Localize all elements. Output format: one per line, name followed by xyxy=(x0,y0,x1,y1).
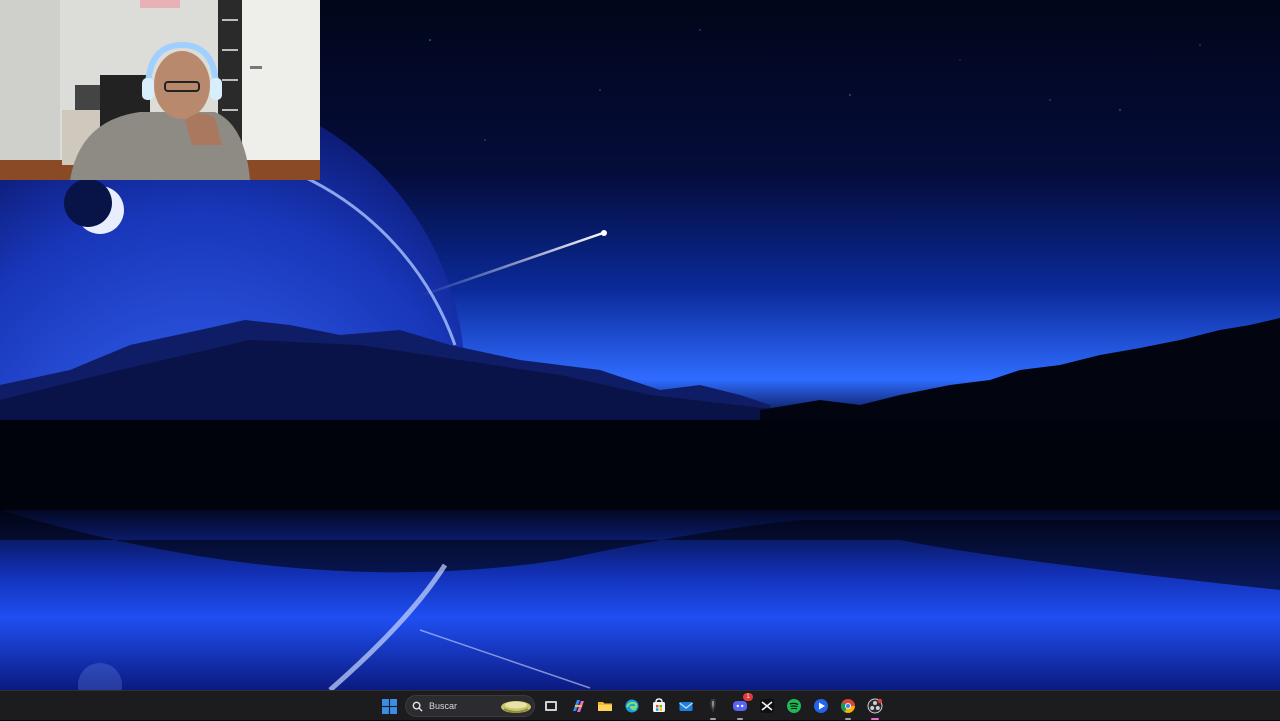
dark-tool-icon xyxy=(710,699,716,713)
search-icon xyxy=(412,701,423,712)
task-view-icon xyxy=(545,701,557,711)
taskbar-store[interactable] xyxy=(648,695,670,717)
chrome-icon xyxy=(840,699,855,713)
taskbar-task-view[interactable] xyxy=(540,695,562,717)
taskbar-media-player[interactable] xyxy=(810,695,832,717)
taskbar-edge[interactable] xyxy=(621,695,643,717)
taskbar: Buscar 1 xyxy=(0,690,1280,720)
person-head xyxy=(154,51,210,119)
capcut-icon xyxy=(760,699,774,713)
taskbar-obs[interactable] xyxy=(864,695,886,720)
start-button[interactable] xyxy=(378,695,400,717)
search-label: Buscar xyxy=(429,701,458,711)
taskbar-file-explorer[interactable] xyxy=(594,695,616,717)
taskbar-mail[interactable] xyxy=(675,695,697,717)
copilot-icon xyxy=(573,700,584,712)
spotify-icon xyxy=(787,699,801,713)
mail-icon xyxy=(679,702,693,711)
discord-notification-badge: 1 xyxy=(743,693,753,701)
store-icon xyxy=(653,698,665,712)
taskbar-spotify[interactable] xyxy=(783,695,805,717)
taskbar-chrome[interactable] xyxy=(837,695,859,720)
taskbar-apps: Buscar 1 xyxy=(378,691,886,721)
edge-icon xyxy=(625,699,639,713)
obs-icon xyxy=(867,698,883,714)
taskbar-discord[interactable]: 1 xyxy=(729,693,753,720)
windows-logo-icon xyxy=(381,698,397,714)
webcam-overlay xyxy=(0,0,320,180)
media-player-icon xyxy=(814,699,828,713)
taskbar-tool[interactable] xyxy=(702,695,724,720)
taskbar-search[interactable]: Buscar xyxy=(405,695,535,717)
taskbar-copilot[interactable] xyxy=(567,695,589,717)
search-highlight-image xyxy=(501,701,531,713)
folder-icon xyxy=(598,702,612,711)
webcam-person-image xyxy=(0,0,320,180)
door xyxy=(242,0,320,165)
taskbar-capcut[interactable] xyxy=(756,695,778,717)
